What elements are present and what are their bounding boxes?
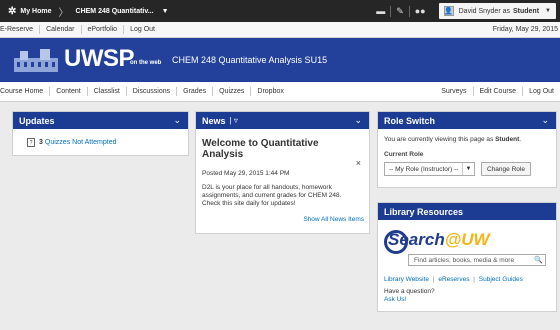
subject-guides-link[interactable]: Subject Guides bbox=[479, 276, 523, 283]
link-e-reserve[interactable]: E-Reserve bbox=[0, 25, 39, 34]
role-select[interactable]: -- My Role (Instructor) -- ▼ bbox=[384, 162, 475, 176]
ereserves-link[interactable]: eReserves bbox=[438, 276, 469, 283]
role-select-value: -- My Role (Instructor) -- bbox=[389, 165, 459, 173]
nav-content[interactable]: Content bbox=[49, 87, 87, 96]
news-widget: News | ▿ ⌄ Welcome to Quantitative Analy… bbox=[195, 111, 370, 234]
minibar: ✲ My Home 〉 CHEM 248 Quantitativ... ▼ ▬ … bbox=[0, 0, 560, 22]
logo-uw-text: @UW bbox=[444, 230, 490, 249]
link-eportfolio[interactable]: ePortfolio bbox=[80, 25, 124, 34]
role-switch-title: Role Switch bbox=[384, 115, 436, 126]
nav-edit-course[interactable]: Edit Course bbox=[472, 87, 523, 96]
separator bbox=[390, 5, 392, 17]
news-posted-date: Posted May 29, 2015 1:44 PM bbox=[202, 170, 290, 177]
news-headline[interactable]: Welcome to Quantitative Analysis bbox=[202, 138, 322, 160]
library-website-link[interactable]: Library Website bbox=[384, 276, 429, 283]
chevron-down-icon[interactable]: ⌄ bbox=[354, 115, 362, 126]
logo-subtext: on the web bbox=[130, 60, 162, 66]
role-switch-header: Role Switch ⌄ bbox=[378, 112, 556, 129]
role-switch-text-role: Student bbox=[495, 136, 520, 143]
link-bar: E-Reserve Calendar ePortfolio Log Out Fr… bbox=[0, 22, 560, 38]
separator: | bbox=[432, 276, 435, 283]
nav-grades[interactable]: Grades bbox=[176, 87, 212, 96]
chevron-right-icon: 〉 bbox=[58, 7, 69, 19]
news-options-icon[interactable]: | ▿ bbox=[230, 116, 238, 125]
library-search-input[interactable]: Find articles, books, media & more 🔍 bbox=[408, 254, 546, 266]
updates-title: Updates bbox=[19, 115, 55, 126]
chevron-down-icon[interactable]: ⌄ bbox=[541, 115, 549, 126]
separator: | bbox=[473, 276, 475, 283]
uwsp-logo[interactable]: UWSP on the web bbox=[12, 42, 162, 78]
user-role: Student bbox=[512, 7, 540, 15]
my-home-link[interactable]: ✲ My Home bbox=[8, 6, 52, 17]
chevron-down-icon: ▼ bbox=[462, 163, 474, 175]
role-switch-text: You are currently viewing this page as S… bbox=[384, 136, 522, 143]
news-title: News bbox=[202, 115, 226, 126]
search-icon[interactable]: 🔍 bbox=[534, 256, 543, 264]
course-selector[interactable]: CHEM 248 Quantitativ... bbox=[76, 8, 154, 15]
link-calendar[interactable]: Calendar bbox=[39, 25, 80, 34]
updates-item[interactable]: ? 3 Quizzes Not Attempted bbox=[27, 138, 188, 147]
nav-quizzes[interactable]: Quizzes bbox=[212, 87, 250, 96]
user-menu[interactable]: 👤 David Snyder as Student ▼ bbox=[438, 3, 556, 19]
nav-discussions[interactable]: Discussions bbox=[125, 87, 176, 96]
subscription-icon[interactable]: ✎ bbox=[396, 6, 404, 17]
chevron-down-icon: ▼ bbox=[545, 8, 551, 14]
nav-dropbox[interactable]: Dropbox bbox=[250, 87, 289, 96]
library-question: Have a question? bbox=[384, 288, 435, 295]
role-switch-text-prefix: You are currently viewing this page as bbox=[384, 136, 494, 143]
library-resources-header: Library Resources bbox=[378, 203, 556, 220]
course-navbar: Course Home Content Classlist Discussion… bbox=[0, 82, 560, 102]
nav-course-home[interactable]: Course Home bbox=[0, 87, 49, 96]
nav-surveys[interactable]: Surveys bbox=[441, 87, 472, 96]
updates-count: 3 bbox=[39, 139, 43, 146]
search-at-uw-logo: Search@UW bbox=[384, 230, 556, 254]
update-icon[interactable]: ●● bbox=[415, 6, 426, 16]
link-log-out[interactable]: Log Out bbox=[123, 25, 161, 34]
avatar-icon: 👤 bbox=[443, 6, 454, 16]
course-title: CHEM 248 Quantitative Analysis SU15 bbox=[172, 55, 328, 65]
role-switch-widget: Role Switch ⌄ You are currently viewing … bbox=[377, 111, 557, 188]
library-resources-widget: Library Resources Search@UW Find article… bbox=[377, 202, 557, 312]
close-icon[interactable]: × bbox=[356, 158, 361, 168]
logo-text: UWSP bbox=[64, 45, 135, 72]
updates-item-link[interactable]: Quizzes Not Attempted bbox=[45, 139, 117, 146]
change-role-button[interactable]: Change Role bbox=[481, 162, 531, 176]
org-home-icon: ✲ bbox=[8, 5, 17, 17]
campus-building-icon bbox=[14, 49, 58, 72]
updates-header: Updates ⌄ bbox=[13, 112, 188, 129]
my-home-label: My Home bbox=[20, 7, 52, 15]
user-name: David Snyder as bbox=[458, 7, 510, 15]
message-icon[interactable]: ▬ bbox=[376, 6, 385, 16]
nav-log-out[interactable]: Log Out bbox=[522, 87, 560, 96]
magnifier-icon bbox=[384, 230, 408, 254]
course-dropdown-icon[interactable]: ▼ bbox=[162, 8, 169, 15]
quiz-icon: ? bbox=[27, 138, 35, 147]
news-body: D2L is your place for all handouts, home… bbox=[202, 184, 342, 207]
current-role-label: Current Role bbox=[384, 151, 424, 158]
library-search-placeholder: Find articles, books, media & more bbox=[414, 256, 515, 264]
show-all-news-link[interactable]: Show All News Items bbox=[303, 216, 364, 223]
news-header: News | ▿ ⌄ bbox=[196, 112, 369, 129]
chevron-down-icon[interactable]: ⌄ bbox=[173, 115, 181, 126]
library-links: Library Website | eReserves | Subject Gu… bbox=[384, 276, 556, 283]
current-date: Friday, May 29, 2015 bbox=[492, 26, 558, 33]
library-resources-title: Library Resources bbox=[384, 206, 464, 217]
nav-classlist[interactable]: Classlist bbox=[86, 87, 126, 96]
updates-widget: Updates ⌄ ? 3 Quizzes Not Attempted bbox=[12, 111, 189, 156]
ask-us-link[interactable]: Ask Us! bbox=[384, 296, 556, 303]
separator bbox=[408, 5, 410, 17]
course-banner: UWSP on the web CHEM 248 Quantitative An… bbox=[0, 38, 560, 82]
